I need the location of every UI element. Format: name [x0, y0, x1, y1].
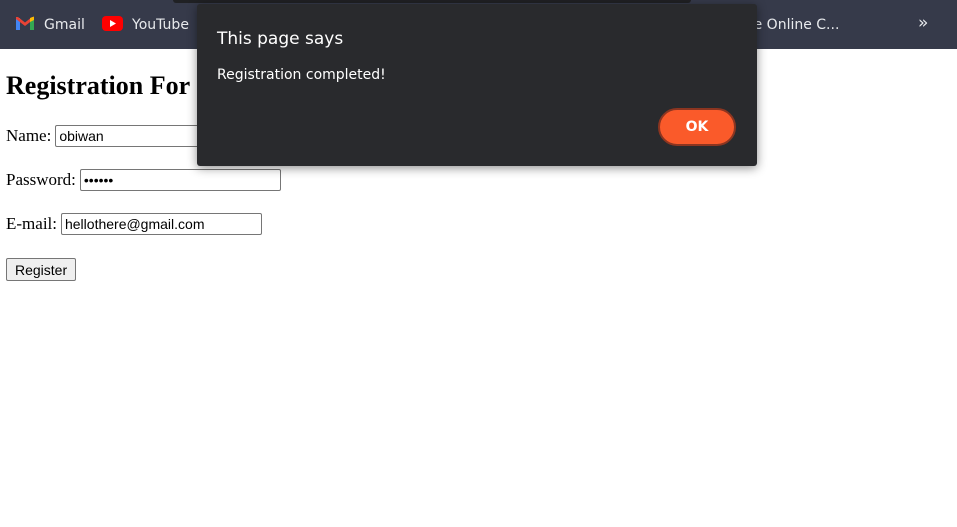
ok-button[interactable]: OK [658, 108, 736, 146]
alert-dialog: This page says Registration completed! O… [197, 4, 757, 166]
dialog-message: Registration completed! [217, 67, 386, 83]
bookmark-youtube[interactable]: YouTube [102, 15, 189, 35]
bookmark-youtube-label: YouTube [132, 17, 189, 33]
more-bookmarks-chevron-icon[interactable]: » [918, 13, 928, 33]
email-row: E-mail: [6, 213, 262, 235]
password-label: Password: [6, 170, 76, 189]
email-input[interactable] [60, 213, 262, 235]
name-label: Name: [6, 126, 52, 145]
gmail-icon [15, 16, 35, 35]
bookmark-online-course-label: ee Online C... [745, 17, 840, 33]
youtube-icon [102, 15, 123, 35]
bookmark-gmail[interactable]: Gmail [15, 15, 85, 35]
email-label: E-mail: [6, 214, 57, 233]
dialog-title: This page says [217, 29, 344, 49]
password-input[interactable] [79, 169, 281, 191]
register-button[interactable]: Register [6, 258, 77, 281]
bookmark-gmail-label: Gmail [44, 17, 85, 33]
bookmark-online-course[interactable]: ee Online C... [745, 15, 839, 35]
dialog-anchor-notch [173, 0, 691, 3]
page-title: Registration For [6, 71, 191, 100]
password-row: Password: [6, 169, 281, 191]
